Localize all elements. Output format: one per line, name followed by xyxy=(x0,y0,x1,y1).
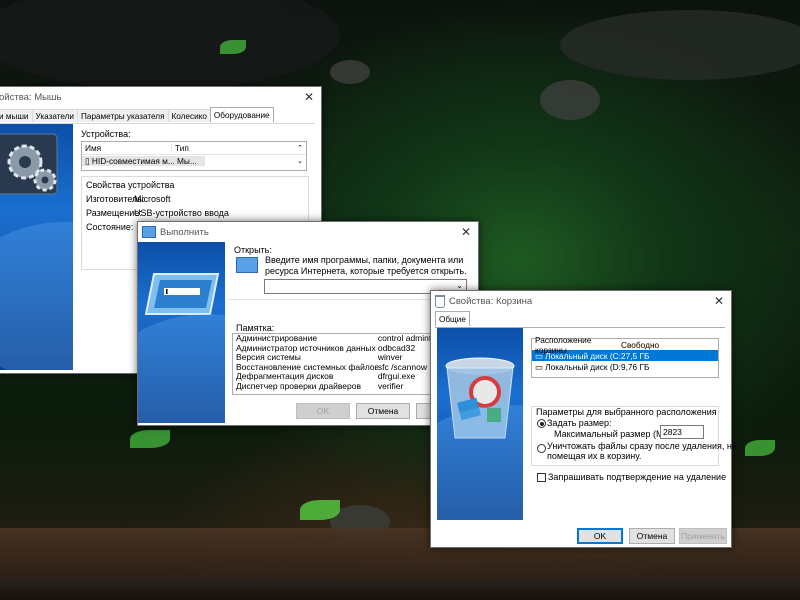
run-window-icon xyxy=(142,226,156,238)
max-size-label: Максимальный размер (МБ): xyxy=(554,429,675,439)
tab-wheel[interactable]: Колесико xyxy=(167,109,211,122)
devices-label: Устройства: xyxy=(81,129,131,139)
list-item: Администрирование control adminto xyxy=(236,334,433,343)
run-dialog: Выполнить ✕ Открыть: Введите имя програм… xyxy=(137,221,479,426)
delete-immediately-radio[interactable] xyxy=(537,444,546,453)
list-item[interactable]: ▭ Локальный диск (D:) 9,76 ГБ xyxy=(532,361,718,372)
gears-icon xyxy=(0,133,58,195)
column-free[interactable]: Свободно xyxy=(621,340,659,350)
scroll-down-icon[interactable]: ⌄ xyxy=(297,157,303,165)
manufacturer-value: Microsoft xyxy=(134,194,171,204)
device-properties-title: Свойства устройства xyxy=(86,180,175,190)
window-title: ойства: Мышь xyxy=(0,91,62,103)
delete-immediately-label: Уничтожать файлы сразу после удаления, н… xyxy=(547,441,737,451)
device-name: HID-совместимая м... xyxy=(91,156,174,166)
tab-hardware[interactable]: Оборудование xyxy=(209,107,274,122)
drive-icon: ▭ xyxy=(535,350,543,361)
tab-pointer-options[interactable]: Параметры указателя xyxy=(77,109,169,122)
taskbar xyxy=(0,578,800,600)
tab-buttons[interactable]: и мыши xyxy=(0,109,33,122)
window-title: Выполнить xyxy=(160,226,209,238)
ok-button[interactable]: OK xyxy=(296,403,350,419)
close-icon[interactable]: ✕ xyxy=(454,225,478,239)
delete-immediately-label-2: помещая их в корзину. xyxy=(547,451,642,461)
recycle-bin-illustration-icon xyxy=(445,357,515,439)
memo-label: Памятка: xyxy=(236,323,275,333)
device-row[interactable]: ▯ HID-совместимая м... Мы... ⌄ xyxy=(82,155,306,167)
recycle-bin-banner xyxy=(437,328,523,520)
custom-size-label: Задать размер: xyxy=(547,418,612,428)
locations-list[interactable]: Расположение корзины Свободно ▭ Локальны… xyxy=(531,335,719,378)
confirm-delete-label: Запрашивать подтверждение на удаление xyxy=(548,472,727,482)
tab-pointers[interactable]: Указатели xyxy=(31,109,78,122)
location-value: USB-устройство ввода xyxy=(134,208,229,218)
drive-icon: ▭ xyxy=(535,361,543,372)
chevron-down-icon[interactable]: ⌄ xyxy=(456,281,463,290)
tab-strip: и мыши Указатели Параметры указателя Кол… xyxy=(0,107,274,123)
recycle-bin-icon xyxy=(435,294,445,308)
status-label: Состояние: xyxy=(86,222,134,232)
list-item: Дефрагментация дисков dfrgui.exe xyxy=(236,372,416,381)
run-banner xyxy=(138,242,225,423)
mouse-device-icon: ▯ xyxy=(85,156,90,166)
recycle-bin-properties-window: Свойства: Корзина ✕ Общие Расположение к… xyxy=(430,290,737,548)
open-label: Открыть: xyxy=(234,245,272,255)
max-size-input[interactable]: 2823 xyxy=(660,425,704,439)
apply-button[interactable]: Применить xyxy=(679,528,727,544)
tab-general[interactable]: Общие xyxy=(435,311,470,326)
list-item: Администратор источников данных odbcad32 xyxy=(236,343,416,353)
location-settings-title: Параметры для выбранного расположения xyxy=(536,407,717,417)
run-window-illustration-icon xyxy=(144,273,220,315)
device-type: Мы... xyxy=(174,156,205,166)
cancel-button[interactable]: Отмена xyxy=(356,403,410,419)
scroll-up-icon[interactable]: ⌃ xyxy=(297,144,303,152)
memo-list: Администрирование control adminto Админис… xyxy=(232,333,434,395)
custom-size-radio[interactable] xyxy=(537,419,546,428)
column-type[interactable]: Тип xyxy=(171,143,205,153)
list-item: Восстановление системных файлов sfc /scan… xyxy=(236,362,427,372)
list-item: Диспетчер проверки драйверов verifier xyxy=(236,381,404,391)
cancel-button[interactable]: Отмена xyxy=(629,528,675,544)
column-name[interactable]: Имя xyxy=(82,143,171,153)
gears-banner xyxy=(0,124,73,370)
run-description: Введите имя программы, папки, документа … xyxy=(265,255,467,276)
close-icon[interactable]: ✕ xyxy=(297,90,321,104)
list-item[interactable]: ▭ Локальный диск (C:) 27,5 ГБ xyxy=(532,350,718,361)
list-item: Версия системы winver xyxy=(236,353,403,362)
run-icon xyxy=(236,257,258,273)
window-title: Свойства: Корзина xyxy=(449,295,533,307)
close-icon[interactable]: ✕ xyxy=(707,294,731,308)
confirm-delete-checkbox[interactable] xyxy=(537,473,546,482)
devices-list[interactable]: Имя Тип ⌃ ▯ HID-совместимая м... Мы... ⌄ xyxy=(81,141,307,171)
ok-button[interactable]: OK xyxy=(577,528,623,544)
location-settings-group: Параметры для выбранного расположения За… xyxy=(531,406,737,466)
